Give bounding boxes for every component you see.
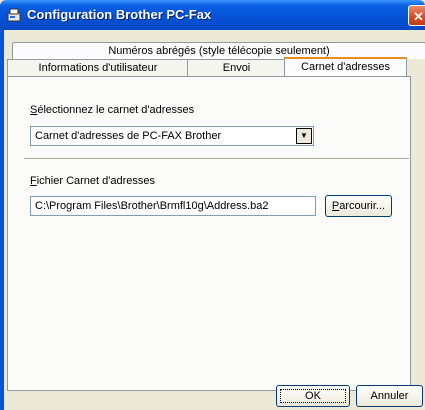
title-bar: Configuration Brother PC-Fax ✕ bbox=[0, 0, 425, 30]
address-book-select-value: Carnet d'adresses de PC-FAX Brother bbox=[35, 130, 222, 142]
fax-app-icon bbox=[7, 8, 21, 22]
tab-send[interactable]: Envoi bbox=[187, 59, 286, 76]
address-book-file-field[interactable]: C:\Program Files\Brother\Brmfl10g\Addres… bbox=[30, 196, 316, 216]
browse-button[interactable]: Parcourir... bbox=[325, 195, 392, 217]
address-book-select-label: Sélectionnez le carnet d'adresses bbox=[30, 104, 195, 116]
separator bbox=[24, 158, 409, 160]
dialog-body: Numéros abrégés (style télécopie seuleme… bbox=[4, 30, 425, 410]
window-title: Configuration Brother PC-Fax bbox=[27, 7, 212, 22]
close-button[interactable]: ✕ bbox=[408, 5, 425, 26]
address-book-select[interactable]: Carnet d'adresses de PC-FAX Brother ▼ bbox=[30, 126, 314, 146]
tab-panel bbox=[7, 76, 411, 391]
address-book-file-label: Fichier Carnet d'adresses bbox=[30, 175, 156, 187]
ok-button[interactable]: OK bbox=[276, 385, 350, 407]
chevron-down-icon[interactable]: ▼ bbox=[296, 128, 312, 144]
focus-rect bbox=[280, 389, 346, 403]
close-icon: ✕ bbox=[413, 9, 424, 24]
tab-user-info[interactable]: Informations d'utilisateur bbox=[7, 59, 189, 76]
cancel-button[interactable]: Annuler bbox=[356, 385, 423, 407]
